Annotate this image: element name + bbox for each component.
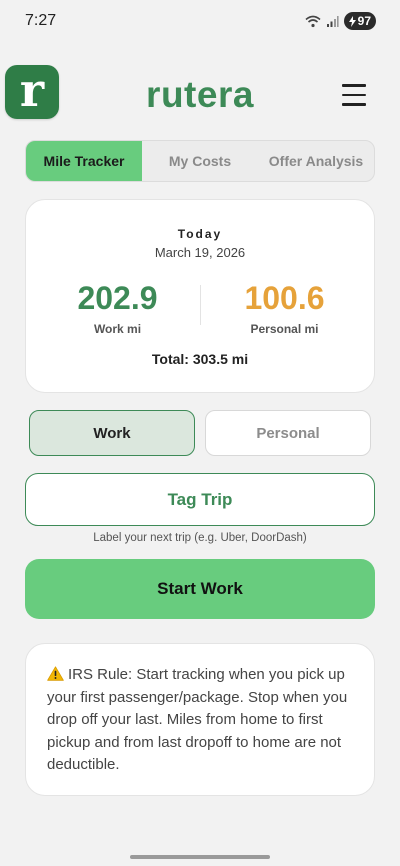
app-screen: 7:27 97 r rutera Mile Tracker My Costs O… bbox=[0, 0, 400, 866]
wifi-icon bbox=[305, 15, 321, 27]
summary-heading: Today bbox=[177, 227, 223, 241]
personal-miles-value: 100.6 bbox=[244, 280, 325, 316]
warning-icon bbox=[47, 666, 64, 681]
personal-mode-button[interactable]: Personal bbox=[205, 410, 371, 456]
irs-notice: IRS Rule: Start tracking when you pick u… bbox=[47, 664, 354, 777]
personal-miles-label: Personal mi bbox=[250, 322, 319, 336]
tab-offer-analysis[interactable]: Offer Analysis bbox=[258, 141, 374, 181]
menu-icon[interactable] bbox=[342, 84, 366, 108]
total-miles: Total: 303.5 mi bbox=[151, 351, 249, 367]
irs-notice-text: IRS Rule: Start tracking when you pick u… bbox=[47, 666, 348, 773]
summary-date: March 19, 2026 bbox=[154, 245, 246, 260]
work-miles-value: 202.9 bbox=[77, 280, 158, 316]
status-time: 7:27 bbox=[25, 12, 57, 29]
signal-icon bbox=[326, 15, 339, 27]
tag-trip-button[interactable]: Tag Trip bbox=[25, 473, 375, 526]
battery-level: 97 bbox=[357, 14, 371, 28]
battery-icon: 97 bbox=[343, 12, 376, 30]
tab-mile-tracker[interactable]: Mile Tracker bbox=[26, 141, 142, 181]
work-mode-button[interactable]: Work bbox=[29, 410, 195, 456]
status-icons: 97 bbox=[305, 12, 376, 30]
tab-my-costs[interactable]: My Costs bbox=[142, 141, 258, 181]
irs-notice-card: IRS Rule: Start tracking when you pick u… bbox=[25, 643, 375, 796]
home-indicator[interactable] bbox=[130, 855, 270, 859]
app-title: rutera bbox=[146, 74, 254, 115]
tab-bar: Mile Tracker My Costs Offer Analysis bbox=[25, 140, 375, 182]
start-work-button[interactable]: Start Work bbox=[25, 559, 375, 619]
tag-trip-hint: Label your next trip (e.g. Uber, DoorDas… bbox=[93, 532, 307, 544]
today-summary-card: Today March 19, 2026 202.9 Work mi 100.6… bbox=[25, 199, 375, 393]
work-miles-label: Work mi bbox=[93, 322, 142, 336]
status-bar: 7:27 97 bbox=[0, 0, 400, 40]
